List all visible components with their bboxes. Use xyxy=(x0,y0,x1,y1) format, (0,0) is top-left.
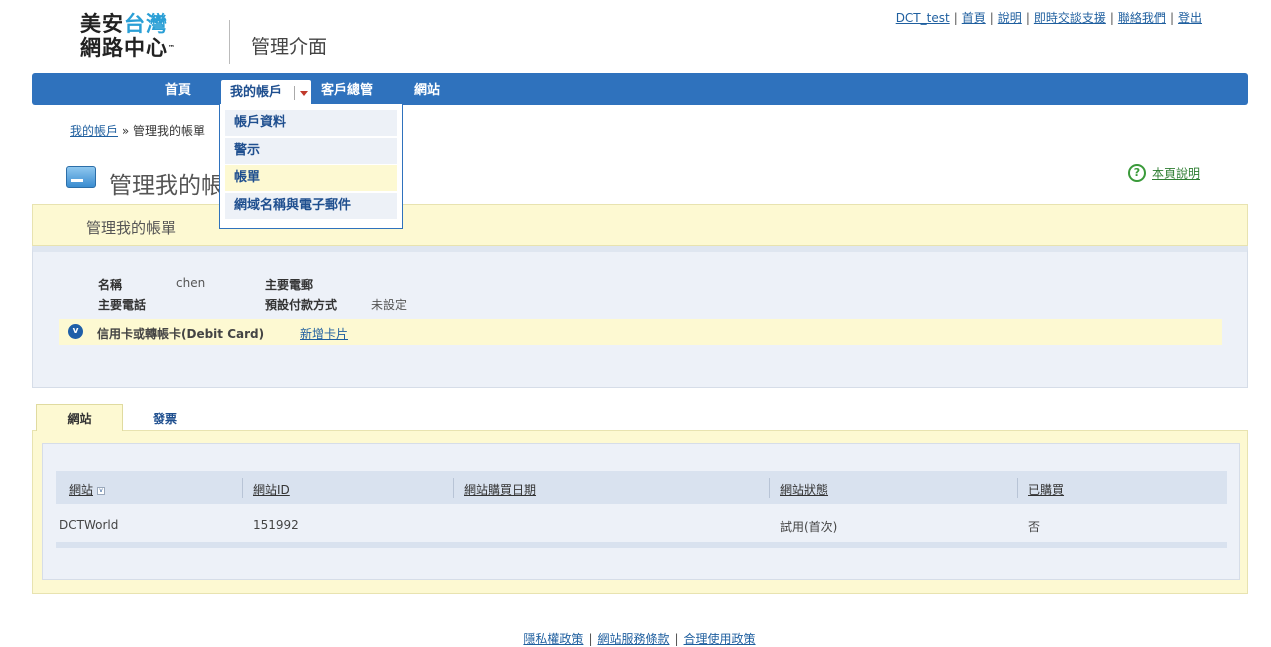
card-row: v 信用卡或轉帳卡(Debit Card) 新增卡片 xyxy=(59,319,1222,345)
top-link-contact[interactable]: 聯絡我們 xyxy=(1118,11,1166,25)
nav-home[interactable]: 首頁 xyxy=(165,73,191,105)
main-nav: 首頁 我的帳戶 客戶總管 網站 xyxy=(32,73,1248,105)
menu-item-account-info[interactable]: 帳戶資料 xyxy=(225,110,397,136)
section-header: 管理我的帳單 xyxy=(32,204,1248,246)
cell-purchased: 否 xyxy=(1028,520,1041,534)
top-links: DCT_test | 首頁 | 說明 | 即時交談支援 | 聯絡我們 | 登出 xyxy=(896,9,1202,26)
top-link-live-chat[interactable]: 即時交談支援 xyxy=(1034,11,1106,25)
column-header-purchase-date[interactable]: 網站購買日期 xyxy=(464,481,536,498)
top-links-sep: | xyxy=(1109,11,1114,25)
top-links-sep: | xyxy=(1169,11,1174,25)
breadcrumb: 我的帳戶 » 管理我的帳單 xyxy=(70,122,205,139)
top-links-sep: | xyxy=(989,11,994,25)
footer: 隱私權政策 | 網站服務條款 | 合理使用政策 xyxy=(0,630,1271,647)
name-value: chen xyxy=(176,276,206,290)
menu-item-domains-email[interactable]: 網域名稱與電子郵件 xyxy=(225,192,397,219)
table-footer-bar xyxy=(56,542,1227,548)
menu-item-billing[interactable]: 帳單 xyxy=(225,165,397,191)
nav-sites[interactable]: 網站 xyxy=(414,73,440,105)
column-header-site[interactable]: 網站 v xyxy=(69,481,106,498)
footer-link-terms[interactable]: 網站服務條款 xyxy=(597,632,669,646)
nav-my-account-label: 我的帳戶 xyxy=(230,85,283,100)
column-header-status[interactable]: 網站狀態 xyxy=(780,481,828,498)
tab-panel: 網站 v 網站ID 網站購買日期 網站狀態 已購買 DCTWorld 151992… xyxy=(32,430,1248,594)
column-divider xyxy=(242,478,243,498)
nav-clients[interactable]: 客戶總管 xyxy=(321,73,373,105)
logo[interactable]: 美安台灣 網路中心™ xyxy=(80,12,190,62)
breadcrumb-separator: » xyxy=(121,124,130,138)
column-divider xyxy=(769,478,770,498)
sites-table: 網站 v 網站ID 網站購買日期 網站狀態 已購買 DCTWorld 151992… xyxy=(42,443,1240,580)
breadcrumb-current: 管理我的帳單 xyxy=(133,124,206,138)
column-header-purchased[interactable]: 已購買 xyxy=(1028,481,1064,498)
tab-invoices[interactable]: 發票 xyxy=(153,410,177,427)
name-label: 名稱 xyxy=(98,278,123,292)
breadcrumb-link-my-account[interactable]: 我的帳戶 xyxy=(70,124,118,138)
top-links-sep: | xyxy=(1025,11,1030,25)
header-divider xyxy=(229,20,230,64)
chevron-down-icon[interactable] xyxy=(300,91,308,96)
column-divider xyxy=(1017,478,1018,498)
footer-link-privacy[interactable]: 隱私權政策 xyxy=(523,632,583,646)
expand-icon[interactable]: v xyxy=(68,324,83,339)
add-card-link[interactable]: 新增卡片 xyxy=(300,325,348,342)
cell-site: DCTWorld xyxy=(59,518,119,532)
column-header-site-id[interactable]: 網站ID xyxy=(253,481,290,498)
payment-method-label: 預設付款方式 xyxy=(265,298,338,312)
menu-item-alerts[interactable]: 警示 xyxy=(225,137,397,164)
email-label: 主要電郵 xyxy=(265,278,314,292)
billing-card-icon xyxy=(66,166,96,188)
payment-method-value: 未設定 xyxy=(371,298,408,312)
cell-status: 試用(首次) xyxy=(780,520,838,534)
help-icon[interactable]: ? xyxy=(1128,164,1146,182)
logo-text-1a: 美安 xyxy=(80,12,124,36)
site-subtitle: 管理介面 xyxy=(251,36,328,58)
tab-sites[interactable]: 網站 xyxy=(36,404,123,431)
account-info-panel: 名稱 chen 主要電話 主要電郵 預設付款方式 未設定 v 信用卡或轉帳卡(D… xyxy=(32,246,1248,388)
nav-my-account[interactable]: 我的帳戶 xyxy=(220,79,312,105)
top-links-sep: | xyxy=(953,11,958,25)
account-dropdown-menu: 帳戶資料 警示 帳單 網域名稱與電子郵件 xyxy=(219,104,403,229)
footer-sep: | xyxy=(674,632,679,646)
logo-trademark: ™ xyxy=(168,44,176,52)
table-header: 網站 v 網站ID 網站購買日期 網站狀態 已購買 xyxy=(56,471,1227,504)
top-link-help[interactable]: 說明 xyxy=(998,11,1022,25)
footer-link-acceptable-use[interactable]: 合理使用政策 xyxy=(684,632,756,646)
cell-site-id: 151992 xyxy=(253,518,299,532)
page-help: ? 本頁說明 xyxy=(1128,164,1200,182)
phone-label: 主要電話 xyxy=(98,298,147,312)
page-help-link[interactable]: 本頁說明 xyxy=(1152,167,1200,181)
top-link-logout[interactable]: 登出 xyxy=(1178,11,1202,25)
logo-text-2: 網路中心 xyxy=(80,36,168,60)
top-link-user[interactable]: DCT_test xyxy=(896,11,950,25)
column-divider xyxy=(453,478,454,498)
footer-sep: | xyxy=(588,632,593,646)
logo-text-1b: 台灣 xyxy=(124,12,168,36)
section-title: 管理我的帳單 xyxy=(86,219,177,237)
nav-caret-divider xyxy=(294,86,295,100)
sort-icon[interactable]: v xyxy=(97,486,106,495)
card-label: 信用卡或轉帳卡(Debit Card) xyxy=(97,327,265,341)
top-link-home[interactable]: 首頁 xyxy=(962,11,986,25)
column-header-site-label: 網站 xyxy=(69,483,94,497)
